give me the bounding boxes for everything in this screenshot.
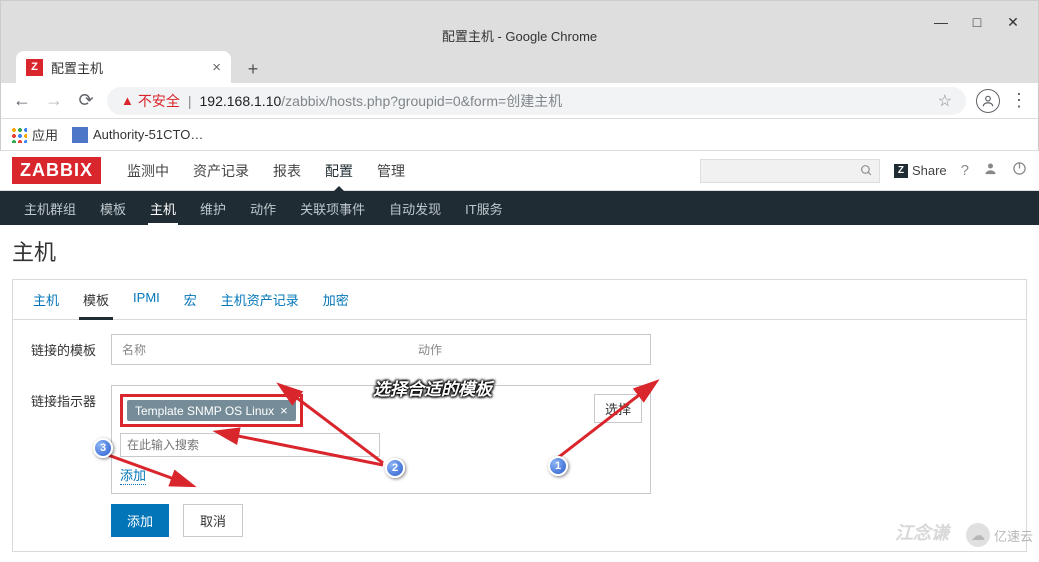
top-menu-配置[interactable]: 配置: [313, 151, 365, 191]
form-tab-模板[interactable]: 模板: [71, 280, 121, 319]
linked-templates-table: 名称 动作: [111, 334, 651, 365]
user-icon: [981, 94, 995, 108]
sub-menu-主机群组[interactable]: 主机群组: [12, 191, 88, 226]
zabbix-sub-menu: 主机群组模板主机维护动作关联项事件自动发现IT服务: [0, 191, 1039, 225]
linked-templates-row: 链接的模板 名称 动作: [31, 334, 1008, 365]
user-icon: [983, 161, 998, 176]
zabbix-page-body: 主机 主机模板IPMI宏主机资产记录加密 链接的模板 名称 动作 链接指示器: [0, 225, 1039, 562]
insecure-indicator: ▲ 不安全: [121, 91, 180, 111]
sub-menu-IT服务[interactable]: IT服务: [453, 191, 515, 226]
browser-tab-title: 配置主机: [51, 58, 103, 77]
zabbix-search-input[interactable]: [700, 159, 880, 183]
profile-avatar-button[interactable]: [976, 89, 1000, 113]
browser-menu-button[interactable]: ⋮: [1010, 90, 1028, 111]
form-tab-主机[interactable]: 主机: [21, 280, 71, 319]
search-icon: [860, 164, 873, 177]
bookmark-star-icon[interactable]: ☆: [938, 91, 952, 111]
apps-label: 应用: [32, 125, 58, 144]
bookmark-label: Authority-51CTO…: [93, 127, 203, 142]
template-tag[interactable]: Template SNMP OS Linux ×: [127, 400, 296, 421]
browser-address-bar: ← → ⟳ ▲ 不安全 | 192.168.1.10/zabbix/hosts.…: [0, 83, 1039, 119]
bookmark-bar: 应用 Authority-51CTO…: [0, 119, 1039, 151]
annotation-badge-2: 2: [385, 458, 405, 478]
host-form-tabs: 主机模板IPMI宏主机资产记录加密: [13, 280, 1026, 320]
link-indicator-row: 链接指示器 Template SNMP OS Linux × 选择 添加: [31, 385, 1008, 494]
top-menu-报表[interactable]: 报表: [261, 151, 313, 191]
submit-add-button[interactable]: 添加: [111, 504, 169, 537]
apps-shortcut[interactable]: 应用: [11, 125, 58, 144]
select-template-button[interactable]: 选择: [594, 394, 642, 423]
cloud-icon: ☁: [966, 523, 990, 547]
col-name-header: 名称: [112, 335, 408, 365]
top-menu-监测中[interactable]: 监测中: [115, 151, 181, 191]
nav-reload-button[interactable]: ⟳: [75, 90, 97, 112]
minimize-button[interactable]: —: [934, 15, 948, 29]
annotation-badge-3: 3: [93, 438, 113, 458]
url-host: 192.168.1.10: [200, 93, 282, 109]
browser-tab-strip: Z 配置主机 × +: [0, 47, 1039, 83]
sub-menu-自动发现[interactable]: 自动发现: [377, 191, 453, 226]
zabbix-logo[interactable]: ZABBIX: [12, 157, 101, 184]
sub-menu-维护[interactable]: 维护: [188, 191, 238, 226]
window-controls: — □ ✕: [934, 15, 1038, 29]
brand-watermark: ☁ 亿速云: [966, 523, 1033, 547]
page-title: 主机: [12, 235, 1027, 267]
remove-template-button[interactable]: ×: [280, 403, 288, 418]
url-separator: |: [188, 93, 192, 109]
annotation-badge-1: 1: [548, 456, 568, 476]
tab-favicon: Z: [26, 59, 43, 76]
form-tab-主机资产记录[interactable]: 主机资产记录: [209, 280, 311, 319]
brand-watermark-text: 亿速云: [994, 526, 1033, 545]
zabbix-share-link[interactable]: Z Share: [894, 163, 947, 178]
sub-menu-动作[interactable]: 动作: [238, 191, 288, 226]
host-form-card: 主机模板IPMI宏主机资产记录加密 链接的模板 名称 动作 链接指示器: [12, 279, 1027, 552]
signature-watermark: 江念谦: [895, 519, 949, 545]
warning-icon: ▲: [121, 93, 134, 108]
sub-menu-主机[interactable]: 主机: [138, 191, 188, 226]
help-button[interactable]: ?: [961, 162, 969, 179]
power-icon: [1012, 161, 1027, 176]
bookmark-favicon: [72, 127, 88, 143]
zabbix-top-bar: ZABBIX 监测中资产记录报表配置管理 Z Share ?: [0, 151, 1039, 191]
nav-forward-button[interactable]: →: [43, 90, 65, 112]
maximize-button[interactable]: □: [970, 15, 984, 29]
template-search-input[interactable]: [120, 433, 380, 457]
annotation-hint-text: 选择合适的模板: [373, 375, 492, 400]
browser-tab[interactable]: Z 配置主机 ×: [16, 51, 231, 83]
sub-menu-关联项事件[interactable]: 关联项事件: [288, 191, 377, 226]
col-action-header: 动作: [408, 335, 651, 365]
insecure-label: 不安全: [138, 91, 180, 111]
new-tab-button[interactable]: +: [239, 55, 267, 83]
user-profile-button[interactable]: [983, 161, 998, 180]
zabbix-top-right: Z Share ?: [700, 159, 1027, 183]
url-path: /zabbix/hosts.php?groupid=0&form=创建主机: [281, 91, 562, 111]
close-window-button[interactable]: ✕: [1006, 15, 1020, 29]
cancel-button[interactable]: 取消: [183, 504, 243, 537]
share-badge-icon: Z: [894, 164, 908, 178]
form-actions: 添加 取消: [111, 504, 1008, 537]
bookmark-item[interactable]: Authority-51CTO…: [72, 127, 203, 143]
form-tab-IPMI[interactable]: IPMI: [121, 280, 172, 319]
add-template-link[interactable]: 添加: [120, 465, 146, 485]
form-tab-宏[interactable]: 宏: [172, 280, 209, 319]
link-indicator-box: Template SNMP OS Linux × 选择 添加: [111, 385, 651, 494]
window-title: 配置主机 - Google Chrome: [442, 26, 597, 45]
share-label: Share: [912, 163, 947, 178]
form-tab-加密[interactable]: 加密: [311, 280, 361, 319]
url-box[interactable]: ▲ 不安全 | 192.168.1.10/zabbix/hosts.php?gr…: [107, 87, 966, 115]
template-tag-highlight: Template SNMP OS Linux ×: [120, 394, 303, 427]
close-tab-button[interactable]: ×: [212, 59, 221, 76]
logout-button[interactable]: [1012, 161, 1027, 180]
template-tab-panel: 链接的模板 名称 动作 链接指示器 T: [13, 320, 1026, 551]
window-title-bar: 配置主机 - Google Chrome — □ ✕: [0, 0, 1039, 47]
apps-grid-icon: [11, 127, 27, 143]
template-tag-label: Template SNMP OS Linux: [135, 404, 274, 418]
top-menu-管理[interactable]: 管理: [365, 151, 417, 191]
top-menu-资产记录[interactable]: 资产记录: [181, 151, 261, 191]
linked-templates-label: 链接的模板: [31, 334, 111, 365]
nav-back-button[interactable]: ←: [11, 90, 33, 112]
zabbix-top-menu: 监测中资产记录报表配置管理: [115, 151, 417, 191]
sub-menu-模板[interactable]: 模板: [88, 191, 138, 226]
